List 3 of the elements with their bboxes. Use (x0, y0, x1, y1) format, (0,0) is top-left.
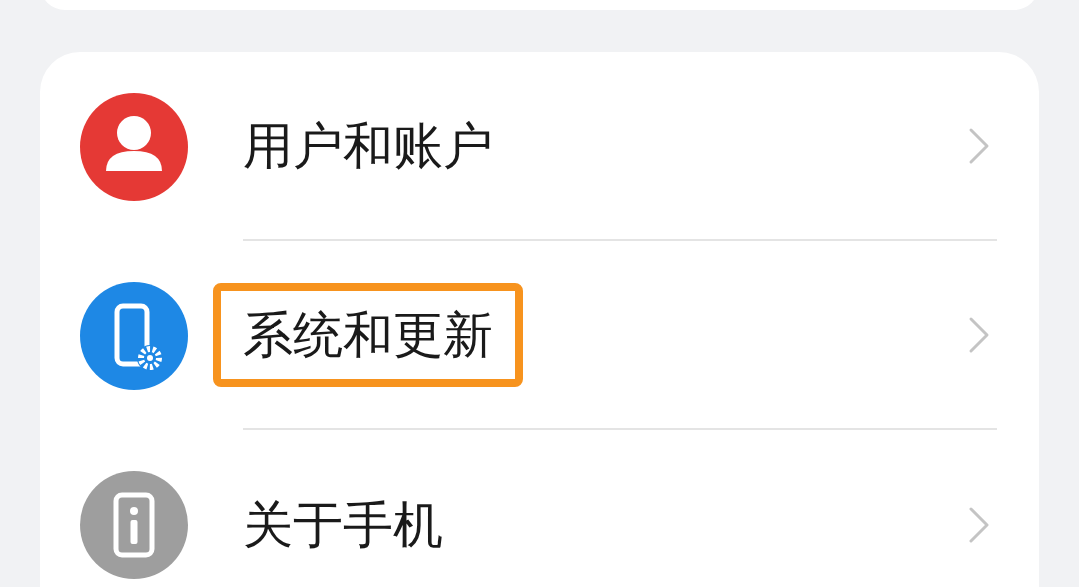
settings-item[interactable]: 关于手机 (213, 472, 473, 577)
settings-item[interactable]: 用户和账户 (213, 93, 523, 198)
settings-item[interactable]: 系统和更新 (213, 282, 523, 387)
